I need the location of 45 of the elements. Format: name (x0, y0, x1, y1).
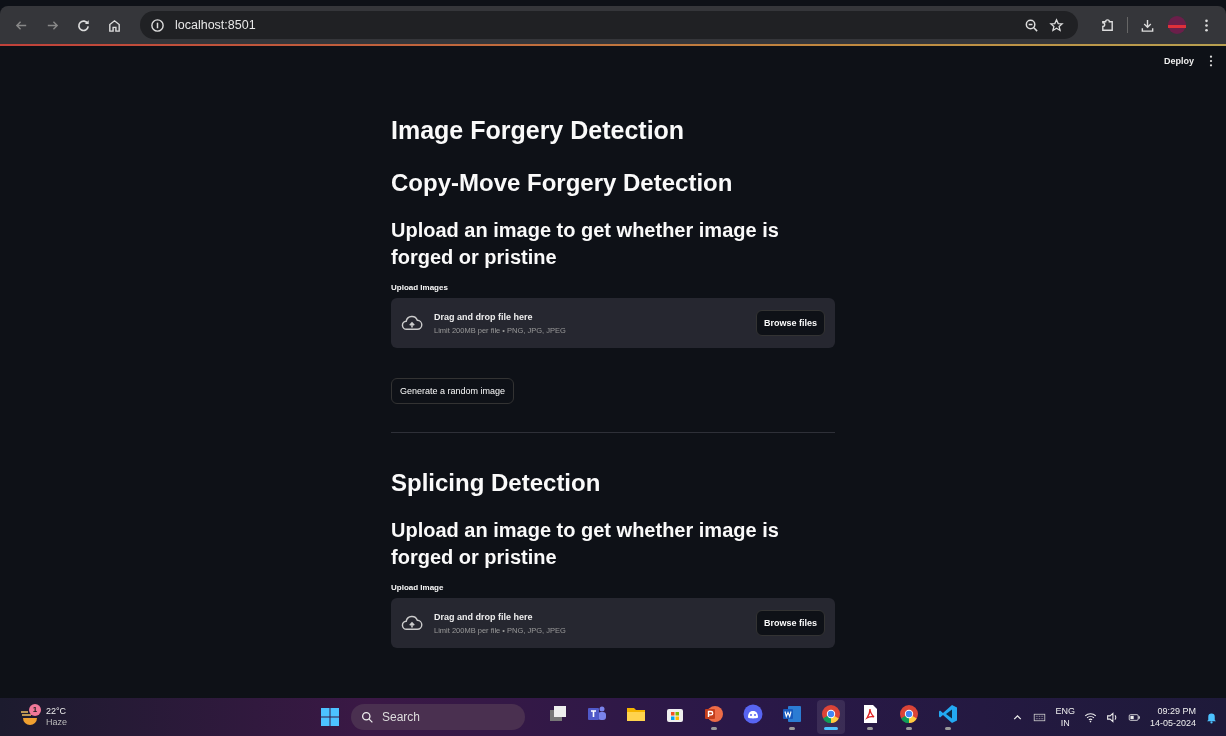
weather-condition-text: Haze (46, 717, 67, 728)
task-view-icon[interactable] (548, 704, 568, 724)
profile-avatar-icon[interactable] (1167, 15, 1187, 35)
download-icon[interactable] (1140, 17, 1155, 33)
star-icon[interactable] (1049, 17, 1064, 33)
search-icon (361, 710, 374, 724)
speaker-icon[interactable] (1105, 710, 1119, 724)
section-heading: Copy-Move Forgery Detection (391, 169, 733, 197)
reload-icon[interactable] (76, 17, 91, 33)
clock[interactable]: 09:29 PM 14-05-2024 (1149, 705, 1196, 729)
wifi-icon[interactable] (1083, 710, 1097, 724)
language-indicator[interactable]: ENG IN (1055, 705, 1075, 729)
browse-files-button[interactable]: Browse files (755, 610, 825, 636)
cloud-upload-icon (401, 615, 423, 631)
uploader-label: Upload Image (391, 583, 444, 592)
deploy-button[interactable]: Deploy (1160, 54, 1198, 68)
extensions-icon[interactable] (1100, 17, 1115, 33)
dropzone-instruction: Drag and drop file here (434, 311, 534, 322)
notification-badge: 1 (29, 704, 41, 716)
taskbar-search-field[interactable]: Search (351, 704, 525, 730)
cloud-upload-icon (401, 315, 423, 331)
browser-app-icon[interactable] (821, 704, 841, 724)
weather-haze-icon[interactable] (20, 709, 40, 727)
code-editor-icon[interactable] (938, 704, 958, 724)
dropzone-instruction: Drag and drop file here (434, 611, 534, 622)
more-menu-icon[interactable] (1208, 55, 1214, 67)
notification-bell-icon[interactable] (1205, 710, 1218, 724)
url-text: localhost:8501 (175, 18, 256, 32)
browse-files-button[interactable]: Browse files (755, 310, 825, 336)
section-subheading: Upload an image to get whether image is forged or pristine (391, 218, 780, 270)
zoom-icon[interactable] (1024, 17, 1039, 33)
section-heading: Splicing Detection (391, 469, 601, 497)
presentation-app-icon[interactable] (704, 704, 724, 724)
document-app-icon[interactable] (782, 704, 802, 724)
uploader-label: Upload Images (391, 283, 448, 292)
browser-app-icon[interactable] (899, 704, 919, 724)
home-icon[interactable] (107, 17, 122, 33)
page-title: Image Forgery Detection (391, 116, 685, 145)
section-subheading: Upload an image to get whether image is forged or pristine (391, 518, 780, 570)
info-icon (150, 17, 165, 33)
generate-image-button[interactable]: Generate a random image (391, 378, 515, 404)
windows-start-icon[interactable] (320, 707, 340, 727)
temperature-text: 22°C (46, 706, 67, 717)
address-bar[interactable]: localhost:8501 (140, 11, 1078, 39)
chat-app-icon[interactable] (743, 704, 763, 724)
